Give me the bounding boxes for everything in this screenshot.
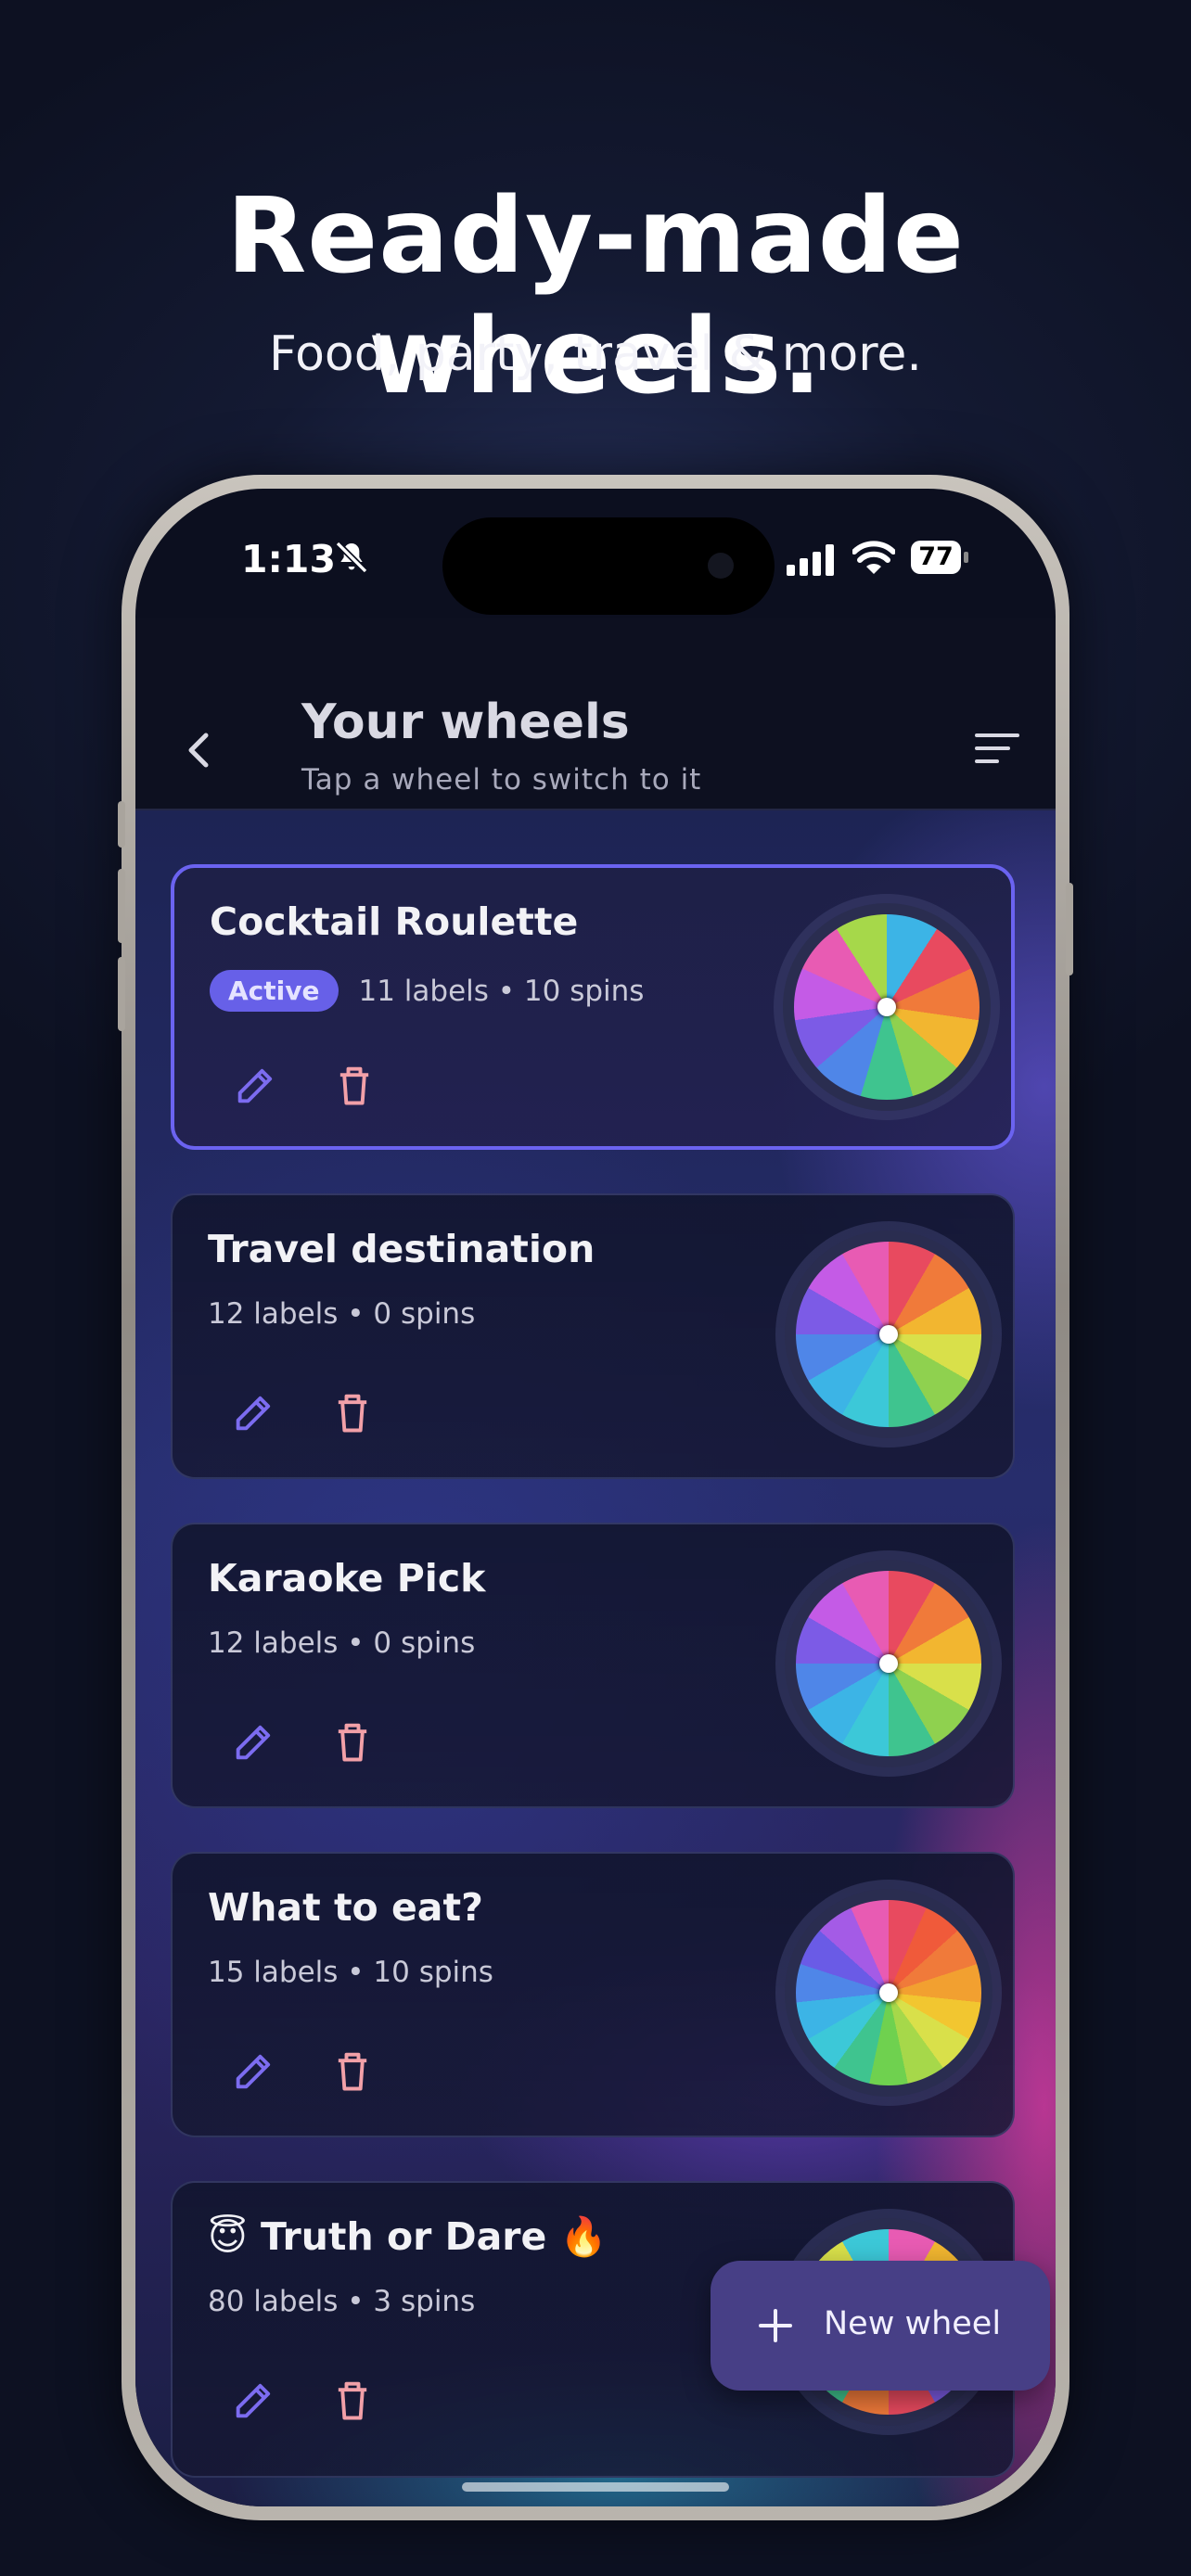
pencil-icon[interactable] [230, 2376, 278, 2424]
wheel-card[interactable]: What to eat? 15 labels • 10 spins [171, 1852, 1015, 2137]
trash-icon[interactable] [328, 1388, 377, 1436]
wheel-preview [785, 1231, 992, 1438]
wheel-meta: 11 labels • 10 spins [358, 974, 645, 1008]
pencil-icon[interactable] [232, 1061, 280, 1109]
page-title: Your wheels [301, 695, 630, 750]
plus-icon [759, 2309, 792, 2342]
wheel-card[interactable]: Karaoke Pick 12 labels • 0 spins [171, 1523, 1015, 1808]
wheel-preview [785, 1560, 992, 1767]
wheel-card[interactable]: Cocktail Roulette Active 11 labels • 10 … [171, 864, 1015, 1150]
new-wheel-button[interactable]: New wheel [711, 2261, 1050, 2391]
new-wheel-label: New wheel [824, 2305, 1002, 2342]
dynamic-island [442, 517, 775, 615]
status-bar: 1:13 77 [135, 489, 1056, 618]
wheel-meta: 80 labels • 3 spins [208, 2285, 476, 2318]
battery-level: 77 [911, 541, 961, 574]
wheel-meta-row: 15 labels • 10 spins [208, 1956, 493, 1989]
wheel-card[interactable]: Travel destination 12 labels • 0 spins [171, 1193, 1015, 1479]
battery-icon: 77 [911, 541, 968, 574]
trash-icon[interactable] [328, 2047, 377, 2095]
pencil-icon[interactable] [230, 1388, 278, 1436]
wheel-meta: 12 labels • 0 spins [208, 1297, 476, 1331]
wheel-title: 😇 Truth or Dare 🔥 [208, 2214, 608, 2259]
wheel-preview [783, 903, 991, 1111]
wheel-title: Cocktail Roulette [210, 899, 579, 944]
signal-icon [787, 544, 834, 576]
trash-icon[interactable] [328, 2376, 377, 2424]
volume-up-button [118, 869, 125, 943]
wheel-meta-row: 80 labels • 3 spins [208, 2285, 475, 2318]
wheel-meta-row: 12 labels • 0 spins [208, 1297, 475, 1331]
wifi-icon [852, 541, 895, 574]
wheel-preview [785, 1889, 992, 2097]
status-time: 1:13 [241, 537, 336, 581]
phone-screen: 1:13 77 Your wheels Tap a wheel to switc… [135, 489, 1056, 2506]
wheel-meta-row: 12 labels • 0 spins [208, 1626, 475, 1660]
sort-lines-icon[interactable] [971, 722, 1023, 774]
silent-switch [118, 801, 125, 848]
pencil-icon[interactable] [230, 1717, 278, 1766]
pencil-icon[interactable] [230, 2047, 278, 2095]
active-badge: Active [210, 970, 339, 1012]
app-header: Your wheels Tap a wheel to switch to it [135, 618, 1056, 810]
promo-subtitle: Food, party, travel & more. [269, 326, 922, 382]
page-subtitle: Tap a wheel to switch to it [301, 763, 702, 797]
trash-icon[interactable] [330, 1061, 378, 1109]
wheel-list: Cocktail Roulette Active 11 labels • 10 … [135, 809, 1056, 2506]
bell-slash-icon [335, 541, 368, 574]
phone-frame: 1:13 77 Your wheels Tap a wheel to switc… [118, 475, 1073, 2520]
wheel-title: What to eat? [208, 1885, 483, 1930]
trash-icon[interactable] [328, 1717, 377, 1766]
volume-down-button [118, 957, 125, 1031]
wheel-title: Karaoke Pick [208, 1556, 486, 1600]
chevron-left-icon[interactable] [171, 722, 226, 778]
front-camera [708, 553, 734, 579]
wheel-meta: 12 labels • 0 spins [208, 1626, 476, 1660]
wheel-meta: 15 labels • 10 spins [208, 1956, 493, 1989]
home-indicator [462, 2482, 729, 2492]
wheel-meta-row: Active 11 labels • 10 spins [210, 970, 644, 1012]
power-button [1066, 883, 1073, 976]
wheel-title: Travel destination [208, 1227, 596, 1271]
